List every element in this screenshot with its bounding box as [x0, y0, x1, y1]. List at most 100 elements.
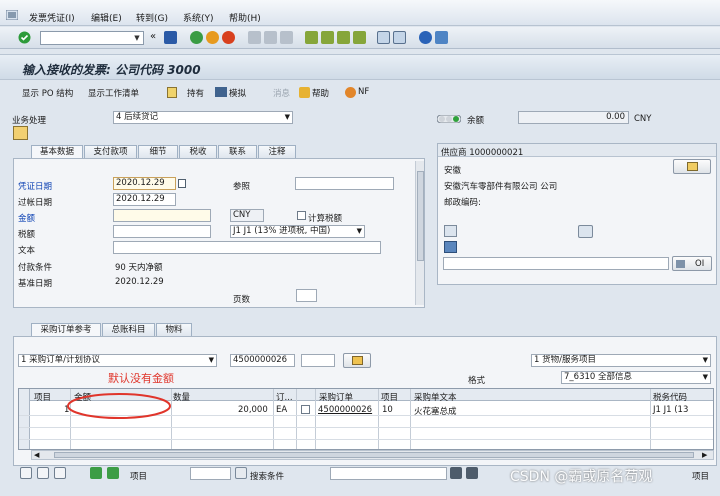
po-search-button[interactable]: [343, 353, 371, 368]
find-next-icon[interactable]: [280, 31, 293, 44]
invoice-date-field[interactable]: 2020.12.29: [113, 177, 176, 190]
bottom-item-field[interactable]: [190, 467, 231, 480]
amount-label: 金额: [18, 214, 36, 224]
binoculars-icon[interactable]: [450, 467, 462, 479]
tab-notes[interactable]: 注释: [258, 145, 296, 158]
transaction-select[interactable]: 4 后续贷记 ▼: [113, 111, 293, 124]
tab-details[interactable]: 细节: [138, 145, 178, 158]
row1-po[interactable]: 4500000026: [318, 405, 372, 415]
posting-date-field[interactable]: 2020.12.29: [113, 193, 176, 206]
scroll-left-icon[interactable]: ◀: [34, 451, 39, 459]
vendor-edit-button[interactable]: [673, 159, 711, 174]
menu-edit[interactable]: 编辑(E): [91, 11, 122, 24]
amount-field[interactable]: [113, 209, 211, 222]
vendor-bank-icon[interactable]: [578, 225, 593, 238]
reference-field[interactable]: [295, 177, 394, 190]
search-criteria-field[interactable]: [330, 467, 447, 480]
last-page-icon[interactable]: [353, 31, 366, 44]
item-type-select[interactable]: 1 货物/服务项目 ▼: [531, 354, 711, 367]
document-icon[interactable]: [13, 126, 28, 140]
layout-menu-icon[interactable]: [435, 31, 448, 44]
help-button[interactable]: 帮助: [312, 87, 329, 99]
tab-gl-account[interactable]: 总账科目: [102, 323, 155, 336]
tab-payment[interactable]: 支付款项: [84, 145, 137, 158]
calendar-icon[interactable]: [178, 179, 186, 188]
scroll-right-icon[interactable]: ▶: [702, 451, 707, 459]
new-session-icon[interactable]: [377, 31, 390, 44]
row1-quantity[interactable]: 20,000: [238, 405, 268, 415]
sap-menu-icon[interactable]: [5, 9, 19, 21]
find-icon[interactable]: [264, 31, 277, 44]
enter-check-icon[interactable]: [18, 31, 31, 44]
refresh-icon[interactable]: [54, 467, 66, 479]
text-field[interactable]: [113, 241, 381, 254]
calc-tax-checkbox[interactable]: [297, 211, 306, 220]
simulate-icon[interactable]: [215, 87, 227, 97]
watermark: CSDN @霸或原名苟观: [510, 469, 653, 485]
scroll-thumb[interactable]: [54, 452, 694, 458]
next-page-icon[interactable]: [337, 31, 350, 44]
help-icon[interactable]: [419, 31, 432, 44]
menu-goto[interactable]: 转到(G): [136, 11, 168, 24]
ref-type-select[interactable]: 1 采购订单/计划协议 ▼: [18, 354, 217, 367]
col-header-po-item[interactable]: 项目: [381, 391, 398, 403]
col-header-tax-code[interactable]: 税务代码: [653, 391, 687, 403]
tab-tax[interactable]: 税收: [179, 145, 217, 158]
print-icon[interactable]: [248, 31, 261, 44]
binoculars-next-icon[interactable]: [466, 467, 478, 479]
vendor-oi-button[interactable]: OI: [672, 256, 712, 271]
collapse-icon[interactable]: «: [150, 31, 156, 42]
nf-icon[interactable]: [345, 87, 356, 98]
vendor-doc-icon[interactable]: [444, 225, 457, 237]
pages-field[interactable]: [296, 289, 317, 302]
reference-label: 参照: [233, 182, 251, 192]
tax-code-select[interactable]: J1 J1 (13% 进项税, 中国) ▼: [230, 225, 365, 238]
po-item-field[interactable]: [301, 354, 335, 367]
col-header-po[interactable]: 采购订单: [319, 391, 353, 403]
col-header-order-unit[interactable]: 订...: [276, 391, 293, 403]
delete-row-icon[interactable]: [90, 467, 102, 479]
nf-button[interactable]: NF: [358, 87, 369, 97]
col-header-item[interactable]: 项目: [34, 391, 51, 403]
insert-row-icon[interactable]: [107, 467, 119, 479]
hold-button[interactable]: 持有: [187, 87, 204, 99]
menu-help[interactable]: 帮助(H): [229, 11, 261, 24]
menu-invoice-doc[interactable]: 发票凭证(I): [29, 11, 75, 24]
cancel-icon[interactable]: [222, 31, 235, 44]
search-criteria-icon[interactable]: [235, 467, 247, 479]
po-number-field[interactable]: 4500000026: [230, 354, 295, 367]
row1-checkbox[interactable]: [301, 405, 310, 414]
payment-terms-label: 付款条件: [18, 263, 53, 273]
save-icon[interactable]: [164, 31, 177, 44]
select-all-icon[interactable]: [20, 467, 32, 479]
exit-icon[interactable]: [206, 31, 219, 44]
deselect-all-icon[interactable]: [37, 467, 49, 479]
tab-contact[interactable]: 联系: [218, 145, 257, 158]
show-po-structure-button[interactable]: 显示 PO 结构: [22, 87, 73, 99]
scroll-thumb[interactable]: [417, 171, 424, 261]
vendor-oi-label: OI: [695, 259, 705, 269]
tab-material[interactable]: 物料: [156, 323, 192, 336]
vendor-oi-field[interactable]: [443, 257, 669, 270]
command-field[interactable]: ▼: [40, 31, 144, 45]
col-header-po-text[interactable]: 采购单文本: [414, 391, 457, 403]
transaction-label: 业务处理: [12, 116, 47, 126]
first-page-icon[interactable]: [305, 31, 318, 44]
panel-scrollbar[interactable]: [415, 161, 424, 305]
chevron-down-icon[interactable]: ▼: [132, 33, 142, 43]
col-header-quantity[interactable]: 数量: [173, 391, 190, 403]
show-worklist-button[interactable]: 显示工作清单: [88, 87, 139, 99]
prev-page-icon[interactable]: [321, 31, 334, 44]
back-icon[interactable]: [190, 31, 203, 44]
vendor-info-icon[interactable]: [444, 241, 457, 253]
grid-scrollbar[interactable]: ◀ ▶: [31, 450, 714, 460]
layout-select[interactable]: 7_6310 全部信息 ▼: [561, 371, 711, 384]
tab-basic-data[interactable]: 基本数据: [31, 145, 83, 158]
shortcut-icon[interactable]: [393, 31, 406, 44]
tab-po-reference[interactable]: 采购订单参考: [31, 323, 101, 336]
hold-icon[interactable]: [167, 87, 177, 98]
tax-amount-field[interactable]: [113, 225, 211, 238]
simulate-button[interactable]: 模拟: [229, 87, 246, 99]
menu-system[interactable]: 系统(Y): [183, 11, 214, 24]
help-info-icon[interactable]: [299, 87, 310, 98]
